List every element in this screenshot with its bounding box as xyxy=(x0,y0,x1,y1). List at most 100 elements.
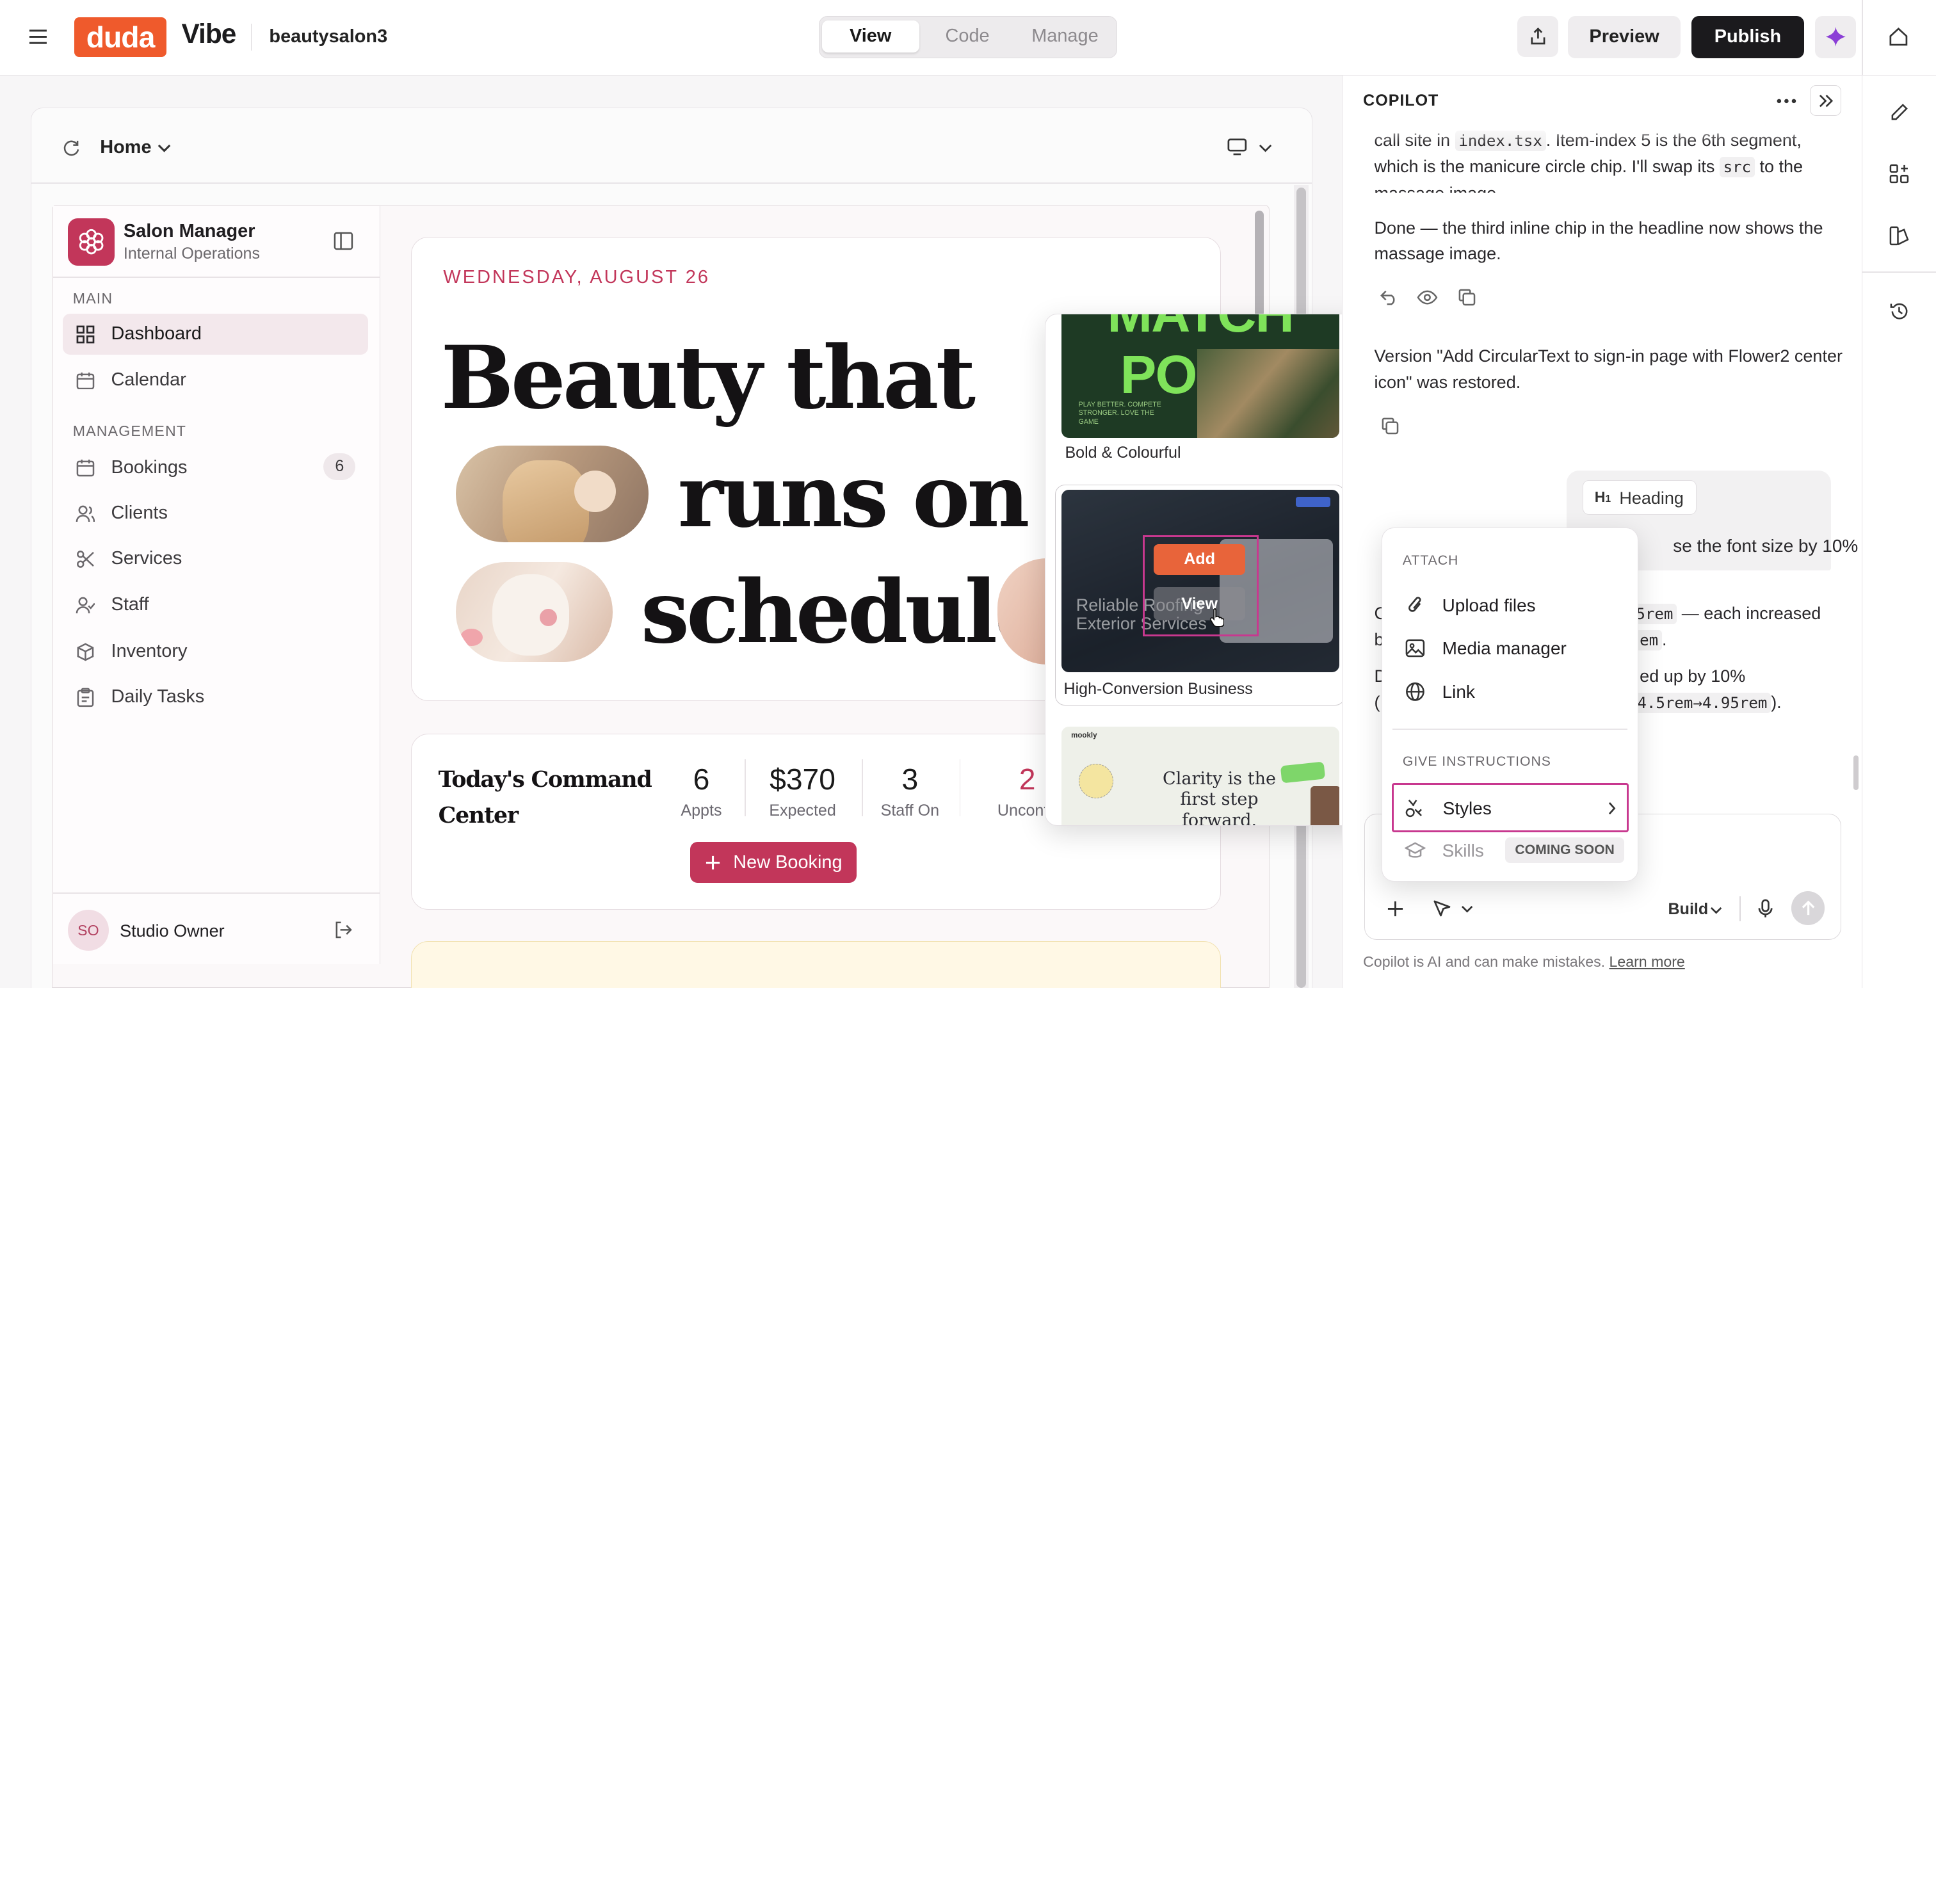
notice-card xyxy=(411,940,1222,988)
link-item[interactable]: Link xyxy=(1404,675,1614,707)
plus-icon[interactable] xyxy=(1384,898,1407,920)
sidebar-item-staff[interactable]: Staff xyxy=(63,584,367,625)
design-icon[interactable] xyxy=(1888,225,1910,247)
upload-files-item[interactable]: Upload files xyxy=(1404,589,1614,621)
sidebar-toggle-icon[interactable] xyxy=(332,230,355,252)
copilot-message: Done — the third inline chip in the head… xyxy=(1374,218,1823,264)
stat-staff-on: 3 Staff On xyxy=(880,762,940,819)
stat-appts: 6 Appts xyxy=(681,762,722,819)
site-scrollbar[interactable] xyxy=(1255,210,1264,317)
sidebar-item-label: Services xyxy=(111,548,182,569)
section-management-label: MANAGEMENT xyxy=(72,422,187,439)
styles-item[interactable]: Styles xyxy=(1391,782,1629,832)
tab-manage[interactable]: Manage xyxy=(1017,20,1113,52)
hero-headline-line2: runs on xyxy=(677,445,1030,547)
send-button[interactable] xyxy=(1791,891,1825,925)
tab-view[interactable]: View xyxy=(821,20,919,52)
image-icon xyxy=(1404,637,1426,659)
undo-icon[interactable] xyxy=(1378,286,1400,309)
user-check-icon xyxy=(74,594,97,617)
chevron-down-icon[interactable] xyxy=(1255,138,1275,158)
logout-icon[interactable] xyxy=(332,919,355,941)
coming-soon-badge: COMING SOON xyxy=(1504,837,1625,864)
sidebar-item-label: Staff xyxy=(111,593,149,615)
home-icon xyxy=(1889,28,1908,46)
more-options-icon[interactable] xyxy=(1775,92,1798,111)
site-name[interactable]: beautysalon3 xyxy=(269,26,387,47)
learn-more-link[interactable]: Learn more xyxy=(1609,953,1685,970)
hair-photo-chip[interactable] xyxy=(455,446,649,542)
sidebar-item-clients[interactable]: Clients xyxy=(63,493,367,534)
template-view-button[interactable]: View xyxy=(1154,587,1245,621)
arrow-up-icon xyxy=(1802,900,1815,916)
new-booking-button[interactable]: New Booking xyxy=(690,842,857,883)
template-picker: MATCH POINT PLAY BETTER. COMPETE STRONGE… xyxy=(1044,313,1366,827)
chevron-down-icon[interactable] xyxy=(1458,900,1476,917)
components-icon[interactable] xyxy=(1888,163,1910,186)
copy-icon[interactable] xyxy=(1456,286,1478,309)
hamburger-menu-icon[interactable] xyxy=(27,26,49,49)
pencil-icon[interactable] xyxy=(1888,101,1910,124)
brand-title: Salon Manager xyxy=(123,221,255,242)
copilot-message: Version "Add CircularText to sign-in pag… xyxy=(1374,346,1843,392)
sidebar-item-label: Bookings xyxy=(111,456,188,478)
product-name: Vibe xyxy=(181,18,237,49)
sidebar-item-dashboard[interactable]: Dashboard xyxy=(63,313,368,355)
collapse-panel-button[interactable] xyxy=(1810,85,1841,117)
paint-palette-icon xyxy=(1403,797,1426,819)
heading-chip[interactable]: H1 Heading xyxy=(1583,480,1697,515)
desktop-icon[interactable] xyxy=(1223,134,1250,159)
select-element-icon[interactable] xyxy=(1430,898,1455,920)
sidebar-item-daily-tasks[interactable]: Daily Tasks xyxy=(63,677,367,718)
bookings-count-badge: 6 xyxy=(323,453,356,481)
home-button[interactable] xyxy=(1878,16,1919,58)
template-label: High-Conversion Business xyxy=(1063,679,1253,698)
skills-item: Skills COMING SOON xyxy=(1404,835,1626,867)
right-rail xyxy=(1862,75,1936,988)
facial-photo-chip[interactable] xyxy=(455,561,613,662)
command-center-title: Today's Command Center xyxy=(438,766,652,828)
sidebar-item-inventory[interactable]: Inventory xyxy=(63,631,367,672)
sidebar-item-label: Calendar xyxy=(111,369,186,390)
instructions-section-label: GIVE INSTRUCTIONS xyxy=(1402,754,1551,770)
mode-switcher: View Code Manage xyxy=(818,16,1118,58)
template-thumb-mookly[interactable]: mookly Clarity is the first step forward… xyxy=(1061,727,1339,826)
scissors-icon xyxy=(74,548,97,570)
preview-button[interactable]: Preview xyxy=(1568,16,1681,58)
user-name: Studio Owner xyxy=(120,921,225,940)
build-mode-selector[interactable]: Build xyxy=(1668,900,1709,919)
chevron-down-icon[interactable] xyxy=(1707,901,1725,919)
eye-icon[interactable] xyxy=(1416,286,1439,309)
copy-icon[interactable] xyxy=(1379,415,1401,437)
users-icon xyxy=(74,503,97,525)
disclaimer: Copilot is AI and can make mistakes. Lea… xyxy=(1363,953,1685,970)
sidebar-item-services[interactable]: Services xyxy=(63,538,367,579)
share-button[interactable] xyxy=(1517,16,1558,57)
media-manager-item[interactable]: Media manager xyxy=(1404,632,1614,664)
chevron-down-icon[interactable] xyxy=(154,138,174,158)
sidebar-item-label: Dashboard xyxy=(111,323,202,344)
cursor-hand-icon xyxy=(1208,606,1225,628)
duda-logo[interactable]: duda xyxy=(74,17,167,57)
sparkle-icon xyxy=(1825,27,1846,47)
chat-scrollbar[interactable] xyxy=(1853,755,1859,791)
user-message-text: se the font size by 10% xyxy=(1673,536,1859,556)
sidebar-item-calendar[interactable]: Calendar xyxy=(63,359,367,400)
clipboard-icon xyxy=(74,686,97,709)
package-icon xyxy=(74,641,97,663)
template-label: Bold & Colourful xyxy=(1065,444,1181,462)
page-selector[interactable]: Home xyxy=(100,137,151,158)
microphone-icon[interactable] xyxy=(1755,898,1777,920)
flower-logo-icon xyxy=(68,218,115,266)
avatar: SO xyxy=(68,910,109,951)
template-thumb-bold[interactable]: MATCH POINT PLAY BETTER. COMPETE STRONGE… xyxy=(1061,314,1339,438)
divider xyxy=(250,23,252,51)
ai-sparkle-button[interactable] xyxy=(1815,16,1856,58)
publish-button[interactable]: Publish xyxy=(1691,16,1804,58)
tab-code[interactable]: Code xyxy=(921,20,1015,52)
history-icon[interactable] xyxy=(1888,300,1910,323)
template-add-button[interactable]: Add xyxy=(1154,544,1245,575)
hero-headline-line1: Beauty that xyxy=(440,327,976,428)
refresh-icon[interactable] xyxy=(61,137,83,159)
sidebar-item-bookings[interactable]: Bookings 6 xyxy=(63,447,367,488)
